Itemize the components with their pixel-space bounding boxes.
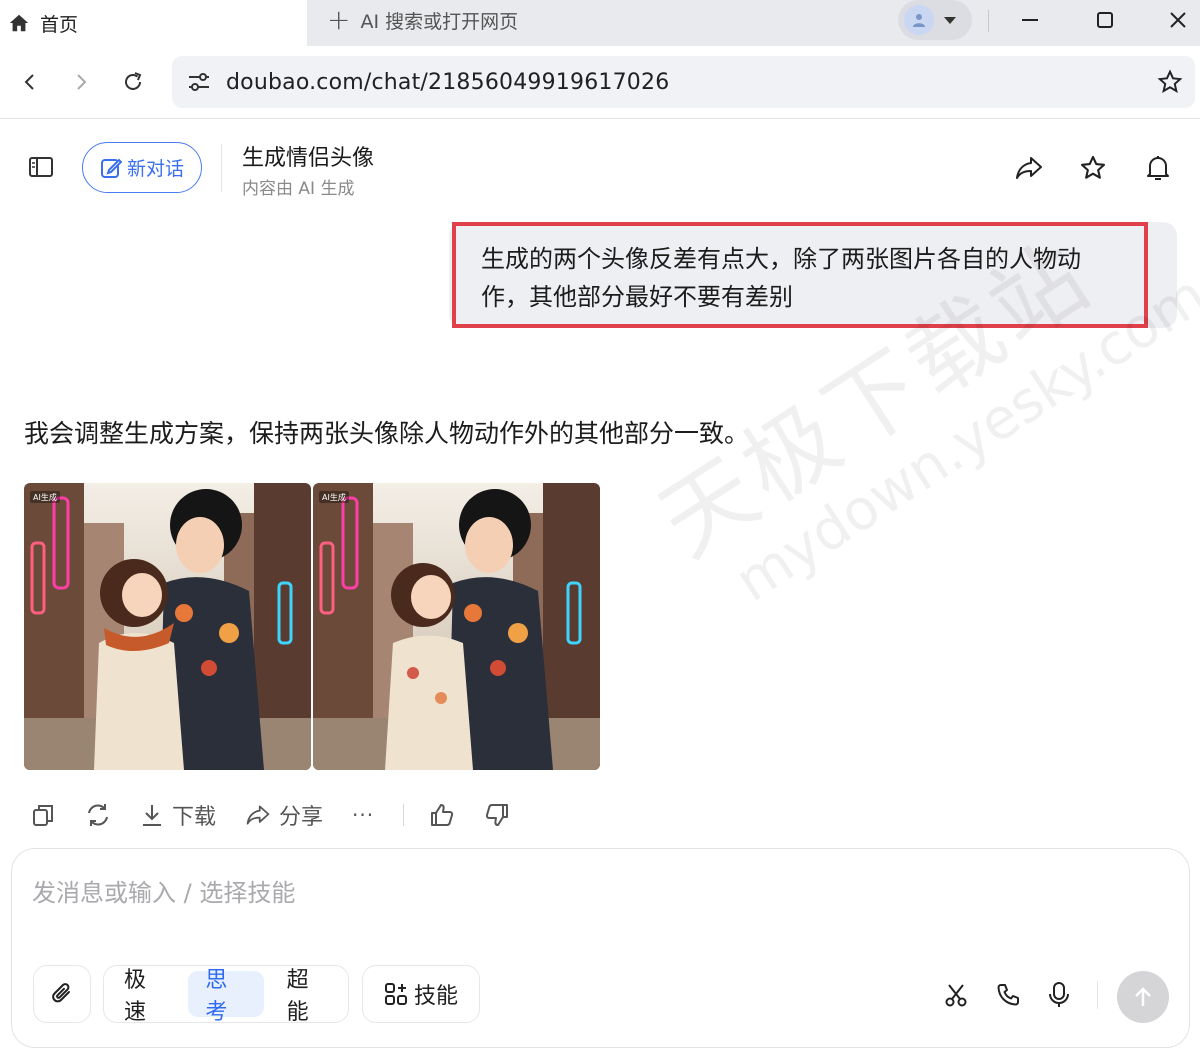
thumbs-down-icon xyxy=(485,804,508,826)
copy-button[interactable] xyxy=(30,796,56,834)
paperclip-icon xyxy=(52,983,70,1003)
phone-icon xyxy=(997,984,1019,1006)
minimize-icon xyxy=(1022,19,1038,21)
profile-button[interactable] xyxy=(898,0,972,40)
back-arrow-icon xyxy=(24,74,34,90)
user-message-text: 生成的两个头像反差有点大，除了两张图片各自的人物动作，其他部分最好不要有差别 xyxy=(481,245,1081,311)
sidebar-toggle-button[interactable] xyxy=(24,150,58,184)
divider xyxy=(988,10,989,32)
forward-arrow-icon xyxy=(77,74,87,90)
home-icon xyxy=(9,14,29,32)
sidebar-icon xyxy=(29,157,53,177)
voice-call-button[interactable] xyxy=(990,977,1026,1013)
tab-home[interactable]: 首页 xyxy=(0,0,307,46)
mode-selector[interactable]: 极速 思考 超能 xyxy=(103,965,349,1025)
ai-badge-text: AI生成 xyxy=(322,492,346,502)
share-label: 分享 xyxy=(279,805,324,830)
new-chat-button[interactable]: 新对话 xyxy=(82,142,202,193)
send-button[interactable] xyxy=(1117,971,1169,1023)
share-chat-button[interactable] xyxy=(1009,148,1049,188)
message-input-placeholder[interactable]: 发消息或输入 / 选择技能 xyxy=(32,873,295,908)
tab-label: 首页 xyxy=(40,13,79,36)
assistant-message-text: 我会调整生成方案，保持两张头像除人物动作外的其他部分一致。 xyxy=(24,419,750,448)
copy-icon xyxy=(33,805,53,826)
bell-icon xyxy=(1147,156,1169,180)
skills-label: 技能 xyxy=(413,984,458,1009)
download-label: 下载 xyxy=(172,805,217,830)
couple-avatar-image: AI生成 xyxy=(313,483,600,770)
mode-think[interactable]: 思考 xyxy=(188,968,264,1025)
skills-button[interactable]: 技能 xyxy=(362,965,480,1023)
new-tab-label: AI 搜索或打开网页 xyxy=(360,10,519,33)
divider xyxy=(0,118,1200,119)
reload-button[interactable] xyxy=(113,62,153,102)
bookmark-star-icon[interactable] xyxy=(1157,69,1183,95)
divider xyxy=(403,804,404,826)
thumbs-up-icon xyxy=(431,804,454,826)
scissors-icon xyxy=(945,984,967,1007)
profile-avatar-icon xyxy=(904,5,934,35)
url-text: doubao.com/chat/21856049919617026 xyxy=(226,69,670,95)
divider xyxy=(221,144,222,192)
voice-input-button[interactable] xyxy=(1041,977,1077,1013)
skills-grid-icon xyxy=(384,983,407,1005)
star-icon xyxy=(1080,155,1106,179)
share-icon xyxy=(1016,157,1042,179)
mode-fast[interactable]: 极速 xyxy=(107,968,182,1025)
more-icon: ··· xyxy=(352,803,375,827)
couple-avatar-image: AI生成 xyxy=(24,483,311,770)
refresh-icon xyxy=(88,804,108,826)
watermark-text: 天极下载站 xyxy=(641,220,1111,578)
download-button[interactable]: 下载 xyxy=(140,796,216,834)
share-button[interactable]: 分享 xyxy=(245,796,323,834)
ai-disclaimer: 内容由 AI 生成 xyxy=(242,179,355,199)
back-button[interactable] xyxy=(10,62,50,102)
arrow-up-icon xyxy=(1135,987,1151,1006)
close-icon xyxy=(1170,12,1186,28)
message-composer[interactable]: 发消息或输入 / 选择技能 极速 思考 超能 技能 xyxy=(11,848,1190,1048)
more-button[interactable]: ··· xyxy=(352,796,374,834)
site-settings-icon xyxy=(189,73,209,91)
mode-super[interactable]: 超能 xyxy=(270,968,345,1025)
new-tab-button[interactable]: + AI 搜索或打开网页 xyxy=(327,0,518,40)
attach-button[interactable] xyxy=(33,965,91,1023)
browser-tab-strip: 首页 + AI 搜索或打开网页 xyxy=(0,0,1200,46)
address-bar[interactable]: doubao.com/chat/21856049919617026 xyxy=(172,56,1195,108)
forward-button[interactable] xyxy=(61,62,101,102)
close-window-button[interactable] xyxy=(1150,0,1200,40)
notifications-button[interactable] xyxy=(1138,148,1178,188)
generated-image-2[interactable]: AI生成 xyxy=(313,483,600,770)
screenshot-button[interactable] xyxy=(938,977,974,1013)
dislike-button[interactable] xyxy=(484,796,510,834)
favorite-chat-button[interactable] xyxy=(1073,148,1113,188)
divider xyxy=(1097,981,1098,1009)
browser-toolbar: doubao.com/chat/21856049919617026 xyxy=(0,46,1200,118)
chevron-down-icon xyxy=(944,16,956,24)
maximize-icon xyxy=(1097,12,1113,28)
like-button[interactable] xyxy=(429,796,455,834)
download-icon xyxy=(143,805,161,826)
share-icon xyxy=(246,805,270,825)
plus-icon: + xyxy=(327,3,351,36)
maximize-button[interactable] xyxy=(1077,0,1133,40)
regenerate-button[interactable] xyxy=(84,796,112,834)
new-chat-label: 新对话 xyxy=(126,158,184,180)
generated-image-1[interactable]: AI生成 xyxy=(24,483,311,770)
chat-title: 生成情侣头像 xyxy=(242,146,375,171)
reload-icon xyxy=(125,72,142,90)
edit-icon xyxy=(100,158,122,178)
user-message-highlight: 生成的两个头像反差有点大，除了两张图片各自的人物动作，其他部分最好不要有差别 xyxy=(452,222,1148,328)
ai-badge-text: AI生成 xyxy=(33,492,57,502)
minimize-button[interactable] xyxy=(1002,0,1058,40)
microphone-icon xyxy=(1049,982,1069,1007)
